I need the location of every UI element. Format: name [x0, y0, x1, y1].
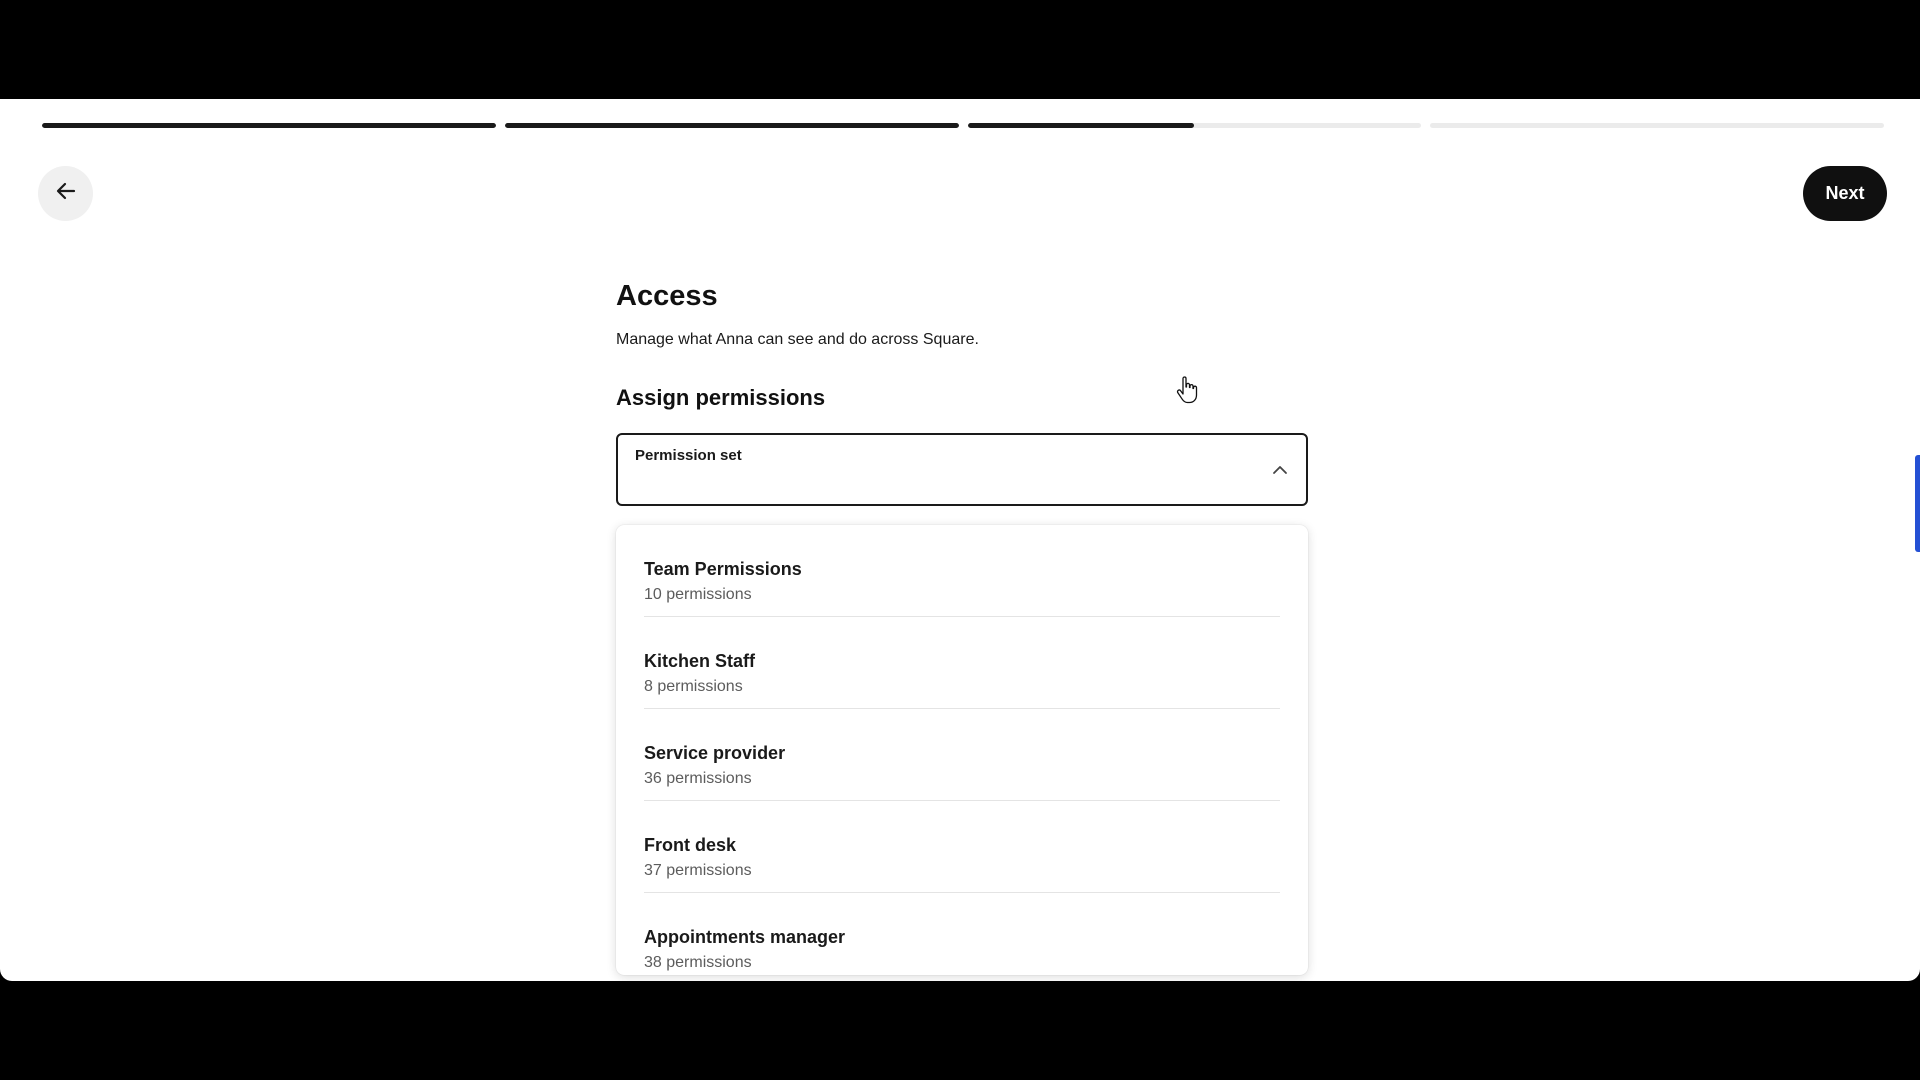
section-title: Assign permissions — [616, 385, 826, 410]
permission-set-dropdown: Team Permissions 10 permissions Kitchen … — [616, 525, 1308, 975]
page-title: Access — [616, 280, 718, 312]
progress-bar — [42, 123, 1884, 128]
option-name: Kitchen Staff — [644, 651, 756, 671]
option-front-desk[interactable]: Front desk 37 permissions — [644, 801, 1280, 893]
chevron-up-icon — [1272, 462, 1288, 478]
option-appointments-manager[interactable]: Appointments manager 38 permissions — [644, 893, 1280, 975]
option-count: 10 permissions — [644, 586, 752, 603]
option-name: Team Permissions — [644, 559, 802, 579]
option-count: 36 permissions — [644, 770, 752, 787]
app-window: Next Access Manage what Anna can see and… — [0, 99, 1920, 981]
option-count: 8 permissions — [644, 678, 743, 695]
side-scroll-indicator[interactable] — [1915, 455, 1920, 552]
page-description: Manage what Anna can see and do across S… — [616, 331, 979, 348]
option-kitchen-staff[interactable]: Kitchen Staff 8 permissions — [644, 617, 1280, 709]
permission-set-label: Permission set — [635, 447, 742, 464]
back-button[interactable] — [38, 166, 93, 221]
option-service-provider[interactable]: Service provider 36 permissions — [644, 709, 1280, 801]
progress-step-2 — [504, 123, 959, 128]
progress-step-4 — [1430, 123, 1884, 128]
option-count: 37 permissions — [644, 862, 752, 879]
hand-pointer-icon — [1176, 376, 1198, 404]
option-name: Appointments manager — [644, 927, 846, 947]
next-button[interactable]: Next — [1803, 166, 1887, 221]
option-team-permissions[interactable]: Team Permissions 10 permissions — [644, 525, 1280, 617]
progress-step-1 — [42, 123, 496, 128]
progress-step-3 — [967, 123, 1422, 128]
option-count: 38 permissions — [644, 954, 752, 971]
permission-set-select[interactable]: Permission set — [616, 433, 1308, 506]
arrow-left-icon — [55, 180, 77, 207]
access-section: Access Manage what Anna can see and do a… — [616, 279, 1308, 506]
option-name: Service provider — [644, 743, 786, 763]
option-name: Front desk — [644, 835, 737, 855]
